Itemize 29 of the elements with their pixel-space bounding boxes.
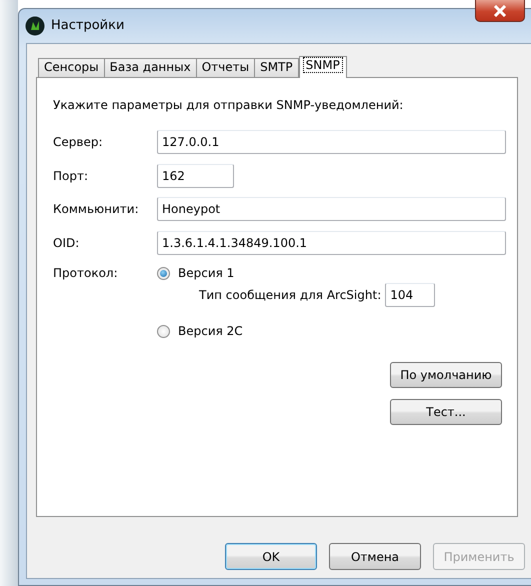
dialog-button[interactable]: Отмена <box>329 543 421 570</box>
tab[interactable]: SMTP <box>254 58 299 77</box>
tab[interactable]: Отчеты <box>196 58 256 77</box>
radio-button[interactable] <box>157 324 170 338</box>
dialog-button[interactable]: OK <box>225 543 317 570</box>
radio-label[interactable]: Версия 1 <box>178 264 234 282</box>
field-label: Порт: <box>53 168 90 184</box>
tab[interactable]: SNMP <box>298 56 347 78</box>
radio-label[interactable]: Версия 2C <box>178 322 243 340</box>
field-label: Коммьюнити: <box>53 201 140 218</box>
input-field[interactable]: Honeypot <box>157 197 506 221</box>
input-field[interactable]: 1.3.6.1.4.1.34849.100.1 <box>157 230 506 254</box>
radio-button[interactable] <box>157 266 170 280</box>
instruction-text: Укажите параметры для отправки SNMP-уведомлений: <box>53 97 404 114</box>
tab[interactable]: База данных <box>104 58 197 77</box>
app-logo-icon <box>25 16 45 36</box>
field-label: Тип сообщения для ArcSight: <box>199 287 382 304</box>
field-label: OID: <box>53 234 80 252</box>
close-icon <box>492 4 508 16</box>
close-button[interactable] <box>475 0 525 22</box>
tab[interactable]: Сенсоры <box>38 58 105 77</box>
dialog-button[interactable]: По умолчанию <box>390 362 502 388</box>
window-title: Настройки <box>51 17 124 36</box>
field-label: Протокол: <box>53 265 119 282</box>
field-label: Сервер: <box>53 134 104 151</box>
dialog-button[interactable]: Тест... <box>390 399 502 425</box>
input-field[interactable]: 162 <box>157 164 234 188</box>
input-field[interactable]: 127.0.0.1 <box>157 130 506 154</box>
input-field[interactable]: 104 <box>385 283 436 307</box>
